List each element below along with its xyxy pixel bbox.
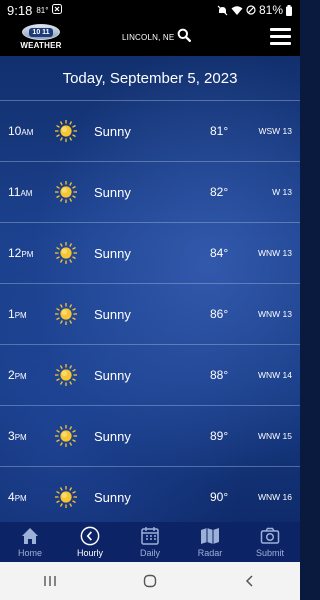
hour-row[interactable]: 11AM Sunny 82° W 13 xyxy=(0,161,300,222)
hour-row[interactable]: 2PM Sunny 88° WNW 14 xyxy=(0,344,300,405)
tab-label: Hourly xyxy=(76,548,103,558)
hour-condition: Sunny xyxy=(94,123,131,139)
tab-submit[interactable]: Submit xyxy=(240,522,300,562)
tab-daily[interactable]: Daily xyxy=(120,522,180,562)
hour-period: PM xyxy=(14,372,27,381)
calendar-icon xyxy=(140,526,160,546)
hour-value: 4 xyxy=(8,490,15,504)
hour-wind: WNW 13 xyxy=(258,309,292,319)
clock-icon xyxy=(79,526,101,546)
sun-icon xyxy=(54,363,78,387)
hour-temperature: 84° xyxy=(210,246,229,260)
hour-row[interactable]: 12PM Sunny 84° WNW 13 xyxy=(0,222,300,283)
hour-value: 11 xyxy=(8,185,21,199)
hour-condition: Sunny xyxy=(94,306,131,322)
back-icon[interactable] xyxy=(230,566,270,596)
sun-icon xyxy=(54,485,78,509)
tab-label: Radar xyxy=(197,548,223,558)
hour-period: PM xyxy=(14,311,27,320)
hour-condition: Sunny xyxy=(94,245,131,261)
hour-condition: Sunny xyxy=(94,489,131,505)
hour-wind: WNW 15 xyxy=(258,431,292,441)
mute-icon xyxy=(217,5,228,16)
blocked-icon xyxy=(246,5,256,15)
notification-icon xyxy=(52,3,63,17)
status-bar: 9:18 81° 81% xyxy=(0,0,300,20)
hour-time: 4PM xyxy=(8,490,27,504)
location-label: LINCOLN, NE xyxy=(122,33,175,42)
tab-home[interactable]: Home xyxy=(0,522,60,562)
sun-icon xyxy=(54,424,78,448)
battery-icon xyxy=(286,4,292,16)
tab-label: Daily xyxy=(139,548,160,558)
hour-wind: W 13 xyxy=(272,187,292,197)
hour-period: AM xyxy=(21,128,34,137)
hour-temperature: 82° xyxy=(210,185,229,199)
recent-apps-icon[interactable] xyxy=(30,566,70,596)
hour-condition: Sunny xyxy=(94,184,131,200)
sun-icon xyxy=(54,302,78,326)
hour-period: AM xyxy=(20,189,33,198)
hour-value: 2 xyxy=(8,368,15,382)
hour-value: 12 xyxy=(8,246,22,260)
hour-time: 11AM xyxy=(8,185,32,199)
tab-label: Home xyxy=(17,548,42,558)
sun-icon xyxy=(54,119,78,143)
search-icon[interactable] xyxy=(177,28,192,47)
station-logo[interactable]: 10 11 WEATHER xyxy=(19,24,63,52)
logo-badge: 10 11 xyxy=(22,24,60,40)
hour-temperature: 86° xyxy=(210,307,229,321)
hour-wind: WSW 13 xyxy=(258,126,292,136)
hamburger-menu-icon[interactable] xyxy=(270,28,291,46)
camera-icon xyxy=(260,526,280,546)
hour-row[interactable]: 4PM Sunny 90° WNW 16 xyxy=(0,466,300,522)
logo-word: WEATHER xyxy=(20,41,62,50)
hour-value: 1 xyxy=(8,307,15,321)
location-selector[interactable]: LINCOLN, NE xyxy=(122,28,192,47)
hour-time: 3PM xyxy=(8,429,27,443)
hour-value: 3 xyxy=(8,429,15,443)
date-title: Today, September 5, 2023 xyxy=(62,69,238,87)
wifi-icon xyxy=(231,5,243,16)
hour-temperature: 89° xyxy=(210,429,229,443)
tab-hourly[interactable]: Hourly xyxy=(60,522,120,562)
status-temperature: 81° xyxy=(36,5,49,15)
hour-period: PM xyxy=(21,250,34,259)
hour-wind: WNW 16 xyxy=(258,492,292,502)
sun-icon xyxy=(54,241,78,265)
hour-temperature: 88° xyxy=(210,368,229,382)
hour-row[interactable]: 10AM Sunny 81° WSW 13 xyxy=(0,100,300,161)
hour-wind: WNW 13 xyxy=(258,248,292,258)
status-time: 9:18 xyxy=(7,2,33,18)
battery-percent: 81% xyxy=(258,3,283,17)
system-nav-bar xyxy=(0,562,300,600)
hour-temperature: 81° xyxy=(210,124,229,138)
map-icon xyxy=(200,526,220,546)
hour-time: 2PM xyxy=(8,368,27,382)
hour-row[interactable]: 1PM Sunny 86° WNW 13 xyxy=(0,283,300,344)
home-nav-icon[interactable] xyxy=(130,566,170,596)
logo-number: 10 11 xyxy=(29,28,53,37)
hour-time: 1PM xyxy=(8,307,27,321)
sun-icon xyxy=(54,180,78,204)
hour-period: PM xyxy=(14,433,27,442)
tab-radar[interactable]: Radar xyxy=(180,522,240,562)
hour-row[interactable]: 3PM Sunny 89° WNW 15 xyxy=(0,405,300,466)
hour-period: PM xyxy=(14,494,27,503)
home-icon xyxy=(20,526,40,546)
hour-value: 10 xyxy=(8,124,22,138)
hour-time: 10AM xyxy=(8,124,33,138)
hour-wind: WNW 14 xyxy=(258,370,292,380)
hourly-forecast[interactable]: Today, September 5, 2023 10AM Sunny 81° WSW… xyxy=(0,56,300,522)
tab-bar: Home Hourly Daily Radar Submit xyxy=(0,522,300,562)
hour-time: 12PM xyxy=(8,246,33,260)
tab-label: Submit xyxy=(255,548,284,558)
app-header: 10 11 WEATHER LINCOLN, NE xyxy=(0,20,300,56)
hour-condition: Sunny xyxy=(94,428,131,444)
hour-temperature: 90° xyxy=(210,490,229,504)
hour-condition: Sunny xyxy=(94,367,131,383)
